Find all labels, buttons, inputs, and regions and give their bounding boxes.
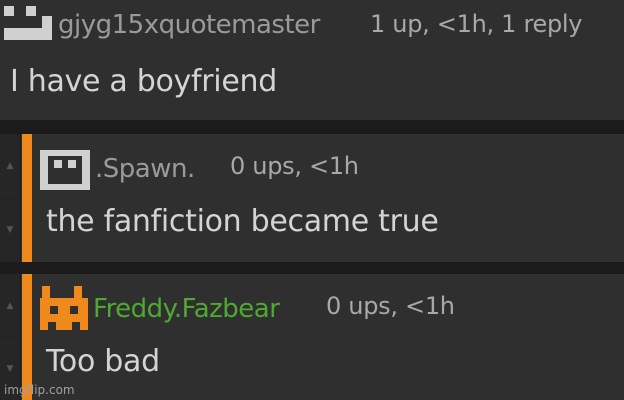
comment-text: the fanfiction became true xyxy=(46,204,439,239)
upvote-arrow-icon: ▲ xyxy=(6,161,14,171)
comment-2: ▲ ▼ .Spawn. 0 ups, <1h the fanfiction be… xyxy=(0,134,624,262)
pixel-face-icon[interactable] xyxy=(40,150,90,190)
downvote-arrow-icon: ▼ xyxy=(6,363,14,374)
username[interactable]: .Spawn. xyxy=(95,154,195,184)
watermark: imgflip.com xyxy=(4,383,75,397)
downvote-arrow-icon: ▼ xyxy=(6,225,14,235)
vote-column: ▲ ▼ xyxy=(0,274,21,400)
comment-text: I have a boyfriend xyxy=(10,64,277,99)
upvote-button[interactable]: ▲ xyxy=(0,274,20,338)
vote-column: ▲ ▼ xyxy=(0,134,21,262)
reply-thread-bar xyxy=(22,134,32,262)
upvote-arrow-icon: ▲ xyxy=(6,300,14,311)
comment-1: gjyg15xquotemaster 1 up, <1h, 1 reply I … xyxy=(0,0,624,120)
username[interactable]: Freddy.Fazbear xyxy=(93,294,280,324)
reply-thread-bar xyxy=(22,274,32,400)
comment-3: ▲ ▼ Freddy.Fazbear 0 ups, <1h Too bad xyxy=(0,274,624,400)
divider xyxy=(0,262,624,274)
orange-bear-icon[interactable] xyxy=(40,286,88,330)
downvote-button[interactable]: ▼ xyxy=(0,198,20,262)
upvote-button[interactable]: ▲ xyxy=(0,134,20,199)
comment-meta: 0 ups, <1h xyxy=(326,292,455,320)
square-face-icon[interactable] xyxy=(4,6,52,42)
comment-text: Too bad xyxy=(46,344,160,379)
username[interactable]: gjyg15xquotemaster xyxy=(58,10,320,40)
divider xyxy=(0,120,624,134)
comment-meta: 1 up, <1h, 1 reply xyxy=(370,10,583,38)
comment-meta: 0 ups, <1h xyxy=(230,152,359,180)
